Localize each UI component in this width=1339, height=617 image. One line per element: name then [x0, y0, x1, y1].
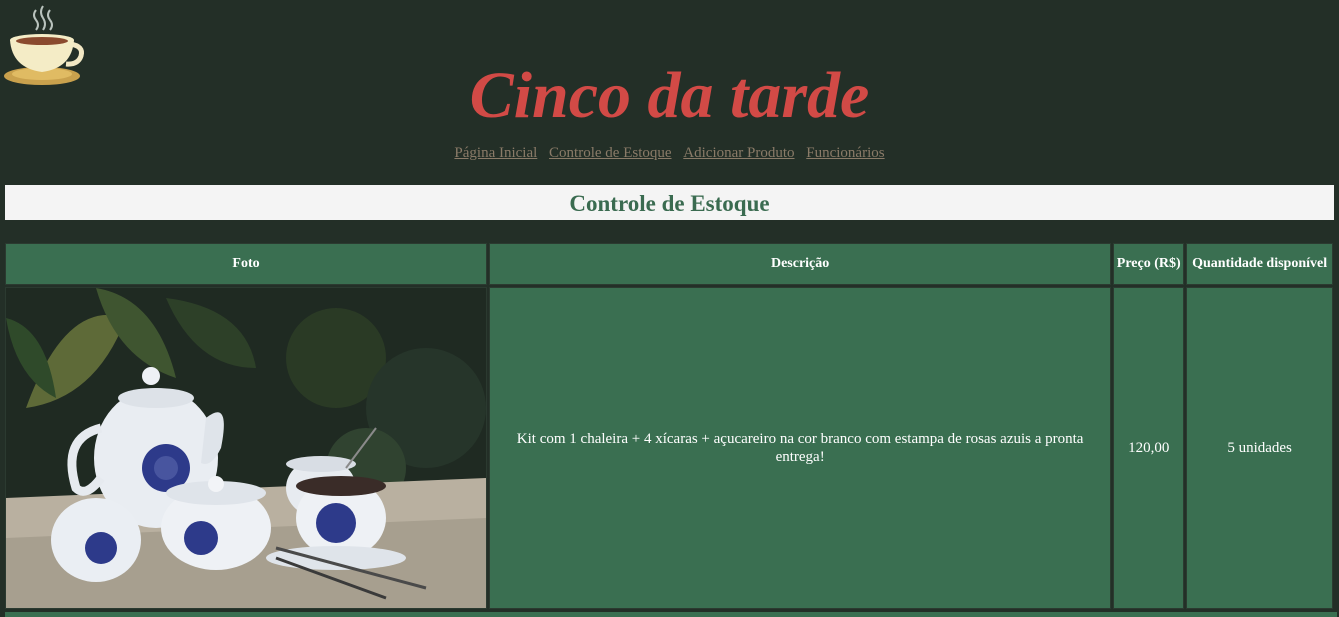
page-title: Controle de Estoque	[569, 191, 770, 216]
stock-table: Foto Descrição Preço (R$) Quantidade dis…	[3, 241, 1335, 611]
section-header: Controle de Estoque	[4, 184, 1335, 221]
product-photo	[6, 288, 486, 608]
table-header-row: Foto Descrição Preço (R$) Quantidade dis…	[5, 243, 1333, 285]
column-header-photo: Foto	[5, 243, 487, 285]
product-quantity: 5 unidades	[1186, 287, 1333, 609]
site-header: Cinco da tarde Página Inicial Controle d…	[0, 0, 1339, 184]
site-title: Cinco da tarde	[469, 59, 870, 132]
nav-link-home[interactable]: Página Inicial	[454, 145, 537, 161]
nav-link-employees[interactable]: Funcionários	[806, 145, 884, 161]
table-row-partial	[5, 612, 1337, 617]
table-row: Kit com 1 chaleira + 4 xícaras + açucare…	[5, 287, 1333, 609]
product-price: 120,00	[1113, 287, 1185, 609]
nav-link-add-product[interactable]: Adicionar Produto	[683, 145, 794, 161]
nav-link-stock-control[interactable]: Controle de Estoque	[549, 145, 671, 161]
column-header-quantity: Quantidade disponível	[1186, 243, 1333, 285]
column-header-price: Preço (R$)	[1113, 243, 1185, 285]
product-photo-cell	[5, 287, 487, 609]
product-description: Kit com 1 chaleira + 4 xícaras + açucare…	[489, 287, 1112, 609]
main-nav: Página Inicial Controle de Estoque Adici…	[0, 145, 1339, 162]
column-header-description: Descrição	[489, 243, 1112, 285]
